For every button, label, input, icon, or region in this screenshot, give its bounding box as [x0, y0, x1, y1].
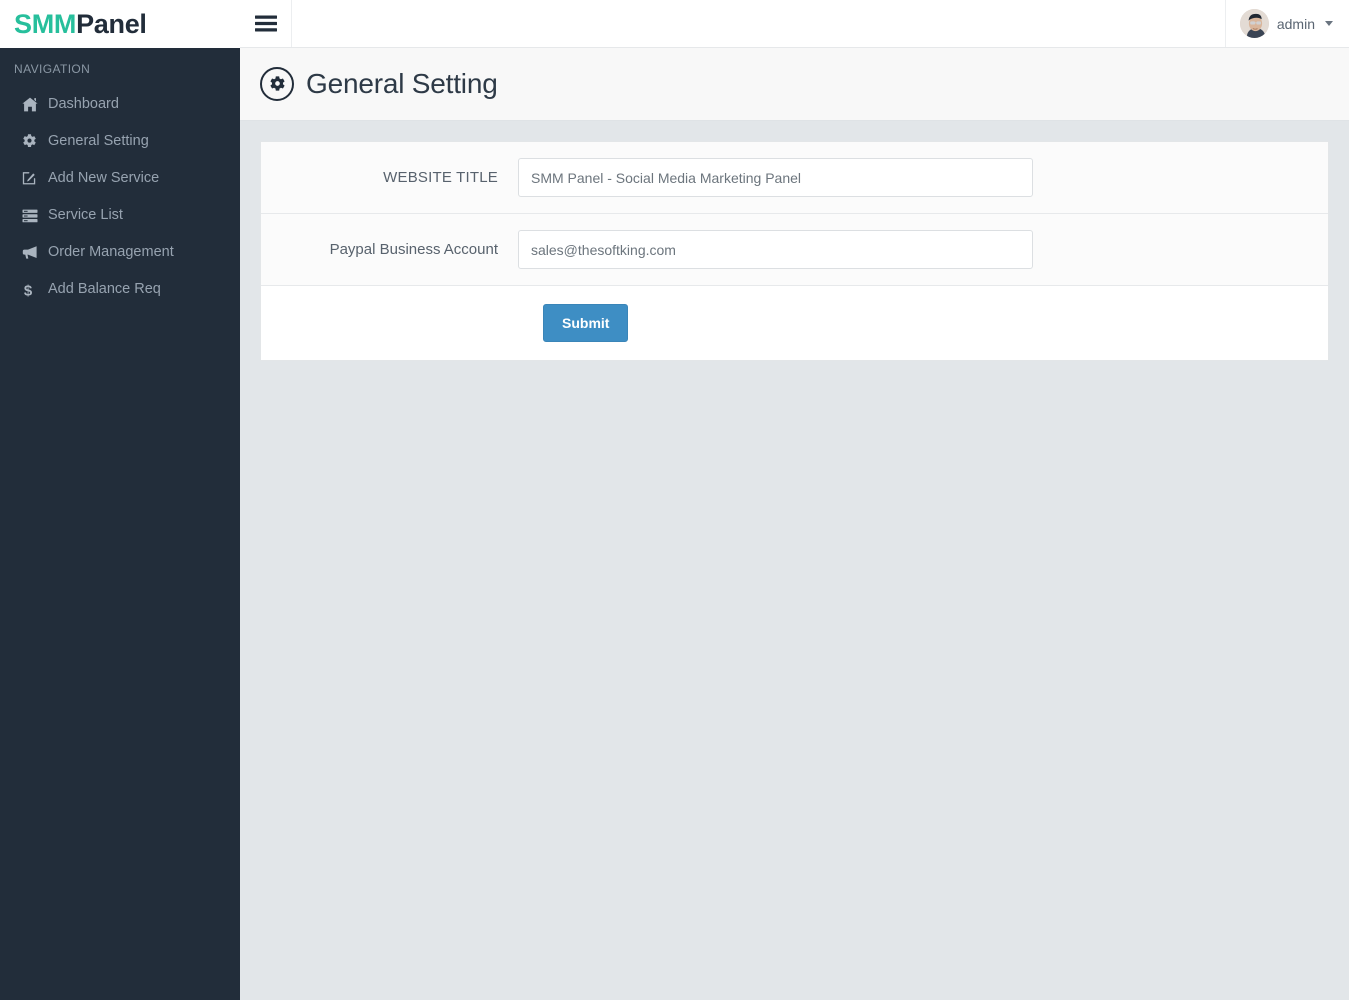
- top-navbar: admin: [240, 0, 1349, 48]
- user-avatar: [1239, 9, 1269, 38]
- sidebar-item-general-setting[interactable]: General Setting: [0, 123, 240, 160]
- sidebar-item-add-new-service[interactable]: Add New Service: [0, 160, 240, 197]
- sidebar-item-label: Dashboard: [48, 96, 119, 113]
- panel-footer: Submit: [261, 286, 1328, 360]
- page-title: General Setting: [306, 68, 498, 99]
- dollar-icon: $: [22, 282, 48, 298]
- content-area: WEBSITE TITLE Paypal Business Account Su…: [240, 121, 1349, 1000]
- sidebar-item-label: General Setting: [48, 133, 149, 150]
- nav-section-header: NAVIGATION: [14, 62, 91, 76]
- hamburger-icon: [254, 15, 277, 32]
- sidebar-item-label: Add New Service: [48, 170, 160, 187]
- submit-button[interactable]: Submit: [543, 304, 629, 342]
- settings-panel: WEBSITE TITLE Paypal Business Account Su…: [260, 141, 1329, 361]
- sidebar-item-service-list[interactable]: Service List: [0, 197, 240, 234]
- sidebar-item-add-balance-req[interactable]: $ Add Balance Req: [0, 271, 240, 308]
- pencil-square-icon: [22, 171, 48, 186]
- chevron-down-icon: [1325, 21, 1333, 26]
- sidebar-item-label: Service List: [48, 207, 123, 224]
- bullhorn-icon: [22, 245, 48, 260]
- website-title-input[interactable]: [518, 158, 1033, 197]
- website-title-label: WEBSITE TITLE: [383, 169, 498, 186]
- server-list-icon: [22, 209, 48, 223]
- svg-text:$: $: [24, 282, 33, 298]
- brand-logo[interactable]: SMMPanel: [0, 0, 240, 48]
- sidebar: SMMPanel NAVIGATION Dashboard General Se…: [0, 0, 240, 1000]
- home-icon: [22, 97, 48, 112]
- logo-primary-text: SMM: [14, 8, 77, 39]
- form-row-paypal-account: Paypal Business Account: [261, 214, 1328, 286]
- gear-icon: [22, 134, 48, 149]
- logo-secondary-text: Panel: [76, 8, 147, 39]
- sidebar-nav-list: Dashboard General Setting Add New Servic…: [0, 86, 240, 308]
- gear-circle-icon: [260, 67, 294, 101]
- sidebar-item-order-management[interactable]: Order Management: [0, 234, 240, 271]
- form-row-website-title: WEBSITE TITLE: [261, 142, 1328, 214]
- sidebar-item-dashboard[interactable]: Dashboard: [0, 86, 240, 123]
- app-root: SMMPanel NAVIGATION Dashboard General Se…: [0, 0, 1349, 1000]
- user-name-label: admin: [1276, 15, 1315, 32]
- page-header: General Setting: [240, 48, 1349, 121]
- sidebar-toggle-button[interactable]: [240, 0, 292, 47]
- user-menu[interactable]: admin: [1224, 0, 1349, 47]
- sidebar-item-label: Add Balance Req: [48, 281, 161, 298]
- avatar: [1239, 9, 1269, 38]
- sidebar-item-label: Order Management: [48, 244, 174, 261]
- paypal-business-account-label: Paypal Business Account: [329, 241, 498, 258]
- paypal-business-account-input[interactable]: [518, 230, 1033, 269]
